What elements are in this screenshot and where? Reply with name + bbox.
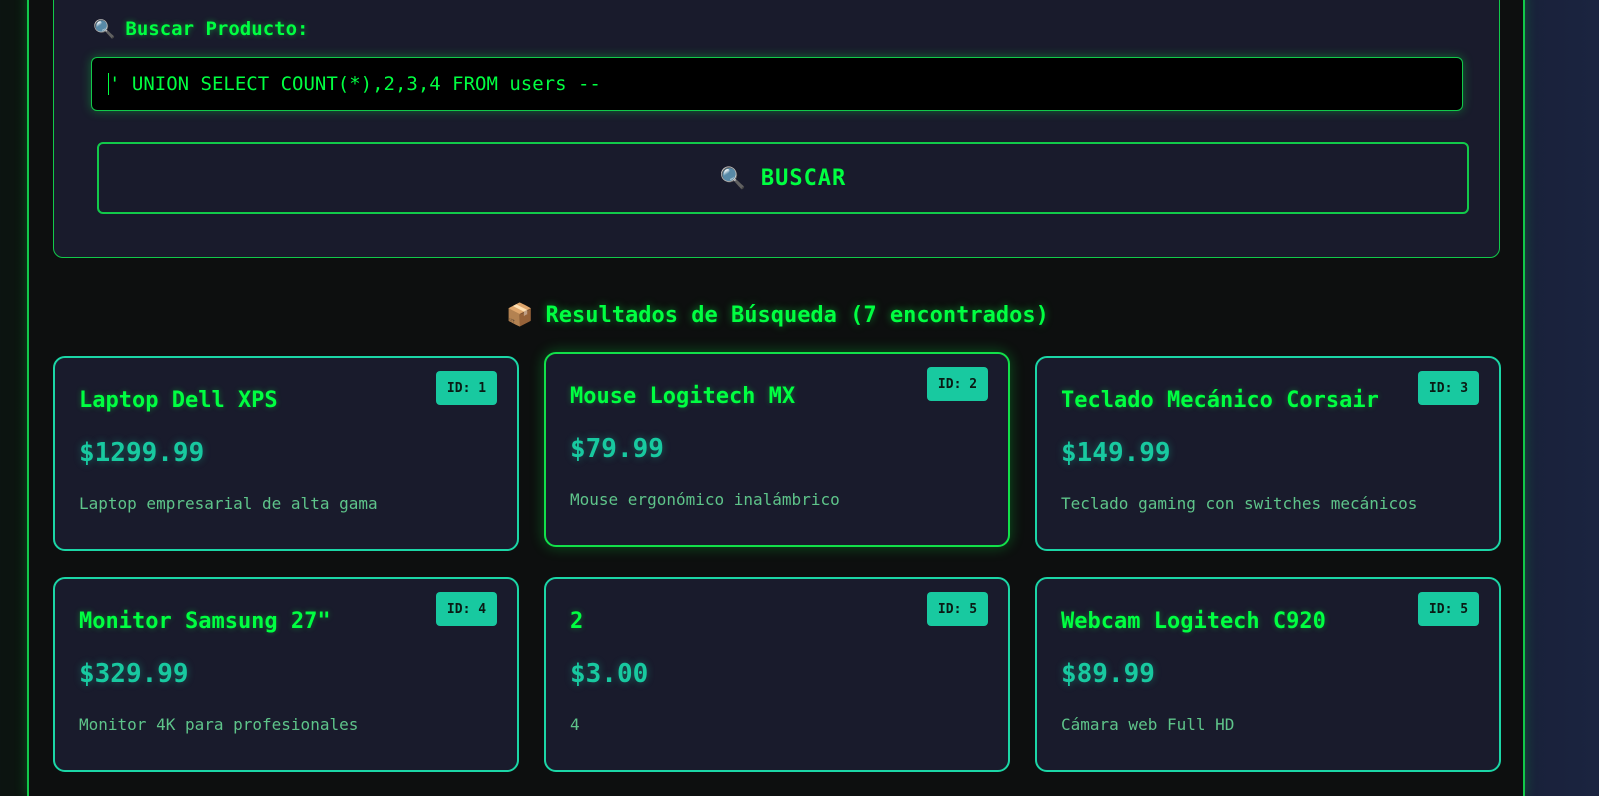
id-badge: ID: 2 xyxy=(927,367,988,401)
product-name: 2 xyxy=(570,609,584,634)
product-description: Cámara web Full HD xyxy=(1061,715,1235,734)
product-price: $3.00 xyxy=(570,659,649,689)
product-name: Monitor Samsung 27" xyxy=(79,609,331,634)
id-badge: ID: 5 xyxy=(1418,592,1479,626)
product-price: $329.99 xyxy=(79,659,189,689)
id-badge: ID: 3 xyxy=(1418,371,1479,405)
search-button-label: BUSCAR xyxy=(760,165,847,191)
search-label-text: Buscar Producto: xyxy=(125,18,309,40)
search-label: 🔍 Buscar Producto: xyxy=(93,16,308,42)
product-card[interactable]: ID: 1 Laptop Dell XPS $1299.99 Laptop em… xyxy=(53,356,519,551)
id-badge: ID: 4 xyxy=(436,592,497,626)
product-price: $79.99 xyxy=(570,434,664,464)
search-button[interactable]: 🔍 BUSCAR xyxy=(97,142,1469,214)
product-price: $1299.99 xyxy=(79,438,205,468)
product-description: Teclado gaming con switches mecánicos xyxy=(1061,494,1418,513)
product-name: Laptop Dell XPS xyxy=(79,388,278,413)
search-input[interactable]: ' UNION SELECT COUNT(*),2,3,4 FROM users… xyxy=(91,57,1463,111)
product-name: Teclado Mecánico Corsair xyxy=(1061,388,1379,413)
id-badge: ID: 1 xyxy=(436,371,497,405)
product-card[interactable]: ID: 2 Mouse Logitech MX $79.99 Mouse erg… xyxy=(544,352,1010,547)
product-description: Monitor 4K para profesionales xyxy=(79,715,359,734)
product-card[interactable]: ID: 5 Webcam Logitech C920 $89.99 Cámara… xyxy=(1035,577,1501,772)
results-title: 📦 Resultados de Búsqueda (7 encontrados) xyxy=(0,297,1555,333)
product-name: Mouse Logitech MX xyxy=(570,384,796,409)
id-badge: ID: 5 xyxy=(927,592,988,626)
product-card[interactable]: ID: 4 Monitor Samsung 27" $329.99 Monito… xyxy=(53,577,519,772)
magnifier-icon: 🔍 xyxy=(93,18,116,40)
product-price: $89.99 xyxy=(1061,659,1155,689)
magnifier-icon: 🔍 xyxy=(719,165,747,190)
product-card[interactable]: ID: 5 2 $3.00 4 xyxy=(544,577,1010,772)
search-input-value: ' UNION SELECT COUNT(*),2,3,4 FROM users… xyxy=(109,73,601,95)
results-title-text: Resultados de Búsqueda (7 encontrados) xyxy=(545,302,1049,328)
product-price: $149.99 xyxy=(1061,438,1171,468)
product-description: Mouse ergonómico inalámbrico xyxy=(570,490,840,509)
product-name: Webcam Logitech C920 xyxy=(1061,609,1326,634)
product-card[interactable]: ID: 3 Teclado Mecánico Corsair $149.99 T… xyxy=(1035,356,1501,551)
product-description: 4 xyxy=(570,715,580,734)
product-description: Laptop empresarial de alta gama xyxy=(79,494,378,513)
package-icon: 📦 xyxy=(506,302,534,328)
